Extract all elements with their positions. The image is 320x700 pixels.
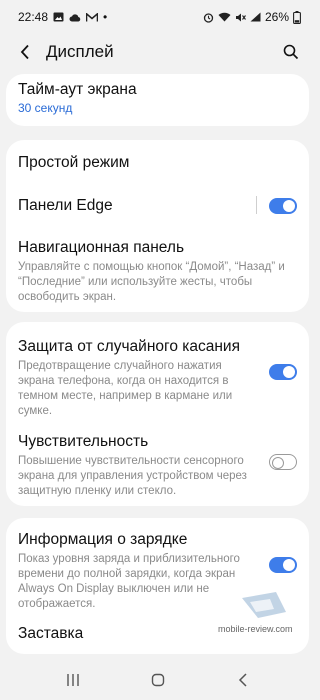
status-time: 22:48: [18, 10, 49, 24]
card-timeout: Тайм-аут экрана 30 секунд: [6, 74, 309, 126]
card-touch: Защита от случайного касания Предотвраще…: [6, 322, 309, 506]
app-bar: Дисплей: [0, 34, 315, 70]
image-icon: [53, 12, 64, 22]
search-button[interactable]: [279, 40, 303, 64]
home-icon: [151, 673, 164, 687]
battery-percent: 26%: [264, 10, 289, 24]
recents-icon: [66, 674, 79, 686]
status-bar: 22:48 • 26%: [0, 0, 315, 34]
back-button[interactable]: [14, 40, 36, 64]
search-icon: [283, 44, 299, 60]
divider: [256, 196, 257, 214]
sensitivity-toggle[interactable]: [269, 454, 297, 470]
alarm-icon: [203, 12, 214, 23]
setting-edge-panels[interactable]: Панели Edge: [18, 196, 297, 216]
setting-title: Панели Edge: [18, 197, 113, 214]
setting-navigation-bar[interactable]: Навигационная панель Управляйте с помощь…: [18, 238, 297, 305]
setting-title: Чувствительность: [18, 433, 149, 450]
status-dot: •: [103, 10, 108, 24]
setting-description: Показ уровня заряда и приблизительного в…: [18, 553, 240, 610]
m-icon: [86, 12, 99, 22]
home-button[interactable]: [138, 665, 178, 695]
mute-icon: [235, 12, 246, 23]
watermark-text: mobile-review.com: [218, 624, 293, 634]
system-nav-bar: [0, 660, 315, 700]
setting-description: Предотвращение случайного нажатия экрана…: [18, 360, 233, 417]
charging-info-toggle[interactable]: [269, 557, 297, 573]
setting-title: Информация о зарядке: [18, 531, 188, 548]
edge-panels-toggle[interactable]: [269, 198, 297, 214]
cloud-icon: [69, 13, 81, 22]
setting-description: Повышение чувствительности сенсорного эк…: [18, 455, 247, 497]
battery-icon: [293, 10, 301, 24]
signal-icon: [250, 12, 261, 22]
wifi-icon: [218, 12, 231, 22]
page-title: Дисплей: [46, 42, 114, 61]
setting-title: Простой режим: [18, 154, 130, 171]
setting-accidental-touch[interactable]: Защита от случайного касания Предотвраще…: [18, 337, 297, 417]
setting-title: Навигационная панель: [18, 239, 185, 256]
setting-screen-timeout[interactable]: Тайм-аут экрана 30 секунд: [18, 80, 297, 116]
setting-sensitivity[interactable]: Чувствительность Повышение чувствительно…: [18, 432, 297, 497]
setting-description: Управляйте с помощью кнопок “Домой”, “На…: [18, 261, 285, 303]
back-nav-button[interactable]: [223, 665, 263, 695]
setting-value: 30 секунд: [18, 101, 73, 115]
card-general: Простой режим Панели Edge Навигационная …: [6, 140, 309, 312]
setting-title: Тайм-аут экрана: [18, 81, 137, 98]
accidental-touch-toggle[interactable]: [269, 364, 297, 380]
chevron-left-icon: [20, 44, 29, 60]
back-nav-icon: [238, 673, 247, 687]
setting-title: Защита от случайного касания: [18, 338, 240, 355]
recents-button[interactable]: [53, 665, 93, 695]
setting-easy-mode[interactable]: Простой режим: [18, 153, 297, 172]
